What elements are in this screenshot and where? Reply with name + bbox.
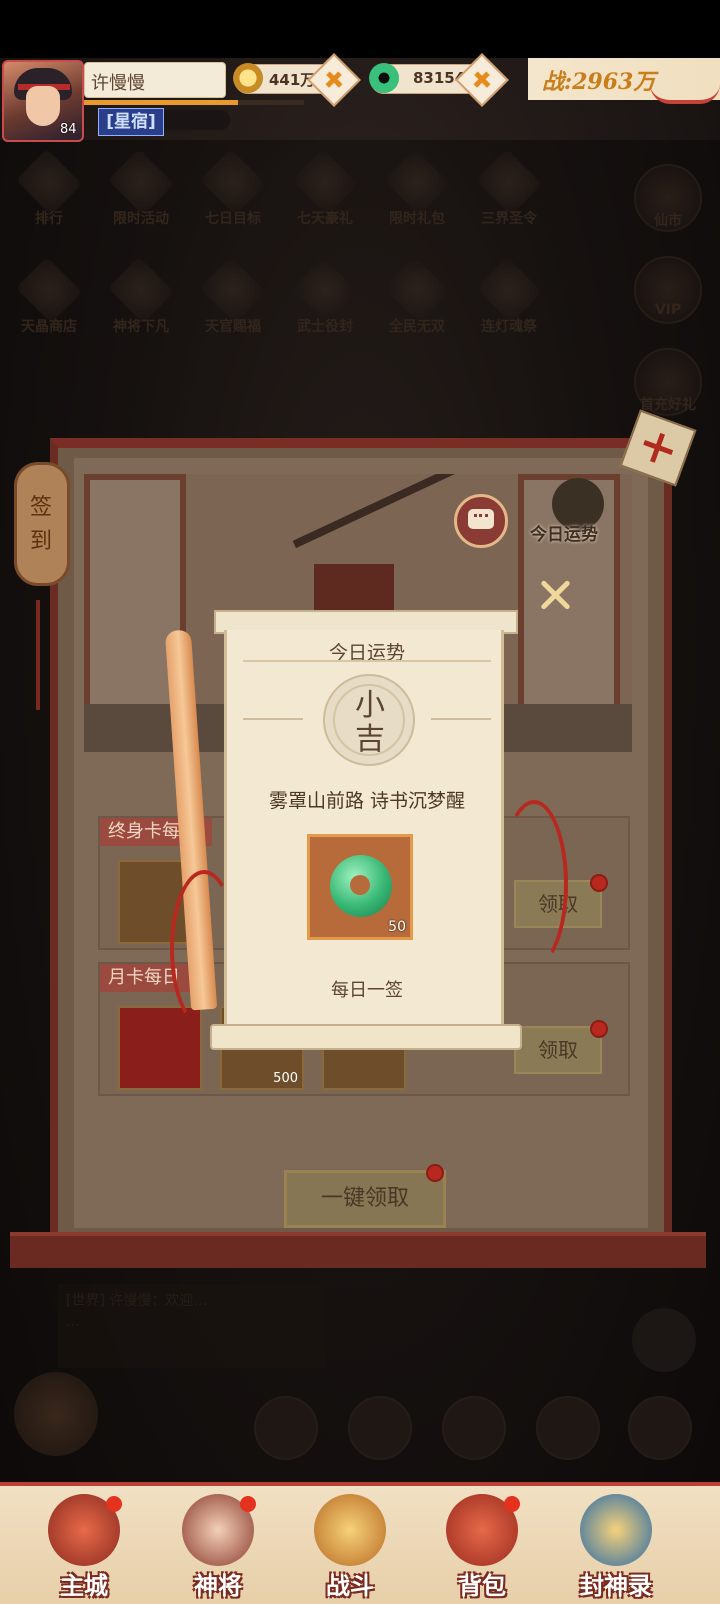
- chat-bubble-icon[interactable]: [454, 494, 508, 548]
- game-screen: 排行 限时活动 七日目标 七天豪礼 限时礼包 三界圣令 天晶商店 神将下凡 天官…: [0, 0, 720, 1604]
- fortune-scroll: 今日运势 小 吉 雾罩山前路 诗书沉梦醒 50 每日一签: [210, 610, 522, 1050]
- one-key-claim-button[interactable]: 一键领取: [284, 1170, 446, 1228]
- monthly-claim-button[interactable]: 领取: [514, 1026, 602, 1074]
- player-name: 许慢慢: [91, 73, 145, 94]
- nav-label: 神将: [194, 1571, 242, 1600]
- notification-dot: [240, 1496, 256, 1512]
- add-jade-button[interactable]: [455, 53, 509, 107]
- reward-count: 500: [273, 1071, 298, 1086]
- crossed-swords-icon: [314, 1494, 386, 1566]
- tassel-decoration: [36, 600, 40, 710]
- nav-deity-record[interactable]: 封神录: [566, 1494, 666, 1600]
- player-level: 84: [60, 122, 77, 137]
- rank-badge: [星宿]: [98, 108, 164, 136]
- deity-scroll-icon: [580, 1494, 652, 1566]
- notification-dot: [590, 1020, 608, 1038]
- close-icon[interactable]: [536, 576, 574, 614]
- notification-dot: [504, 1496, 520, 1512]
- nav-bag[interactable]: 背包: [432, 1494, 532, 1600]
- combat-power-value: 战:2963万: [542, 69, 656, 95]
- fortune-result-char: 吉: [355, 722, 385, 757]
- signin-tab[interactable]: 签到: [14, 462, 70, 586]
- jade-counter: 83154: [369, 53, 509, 107]
- nav-label: 主城: [60, 1571, 108, 1600]
- top-bar: 84 许慢慢 [星宿] 441万 83154 战:2963万: [0, 53, 720, 142]
- signin-tab-label: 签到: [30, 495, 53, 554]
- bottom-nav: 主城 神将 战斗 背包 封神录: [0, 1482, 720, 1604]
- fortune-footer: 每日一签: [331, 980, 403, 1001]
- reward-count: 50: [388, 919, 406, 935]
- gold-coin-icon: [233, 63, 263, 93]
- xp-bar: [84, 100, 304, 105]
- nav-main-city[interactable]: 主城: [34, 1494, 134, 1600]
- nav-heroes[interactable]: 神将: [168, 1494, 268, 1600]
- nav-label: 封神录: [580, 1571, 652, 1600]
- player-avatar[interactable]: 84: [2, 60, 84, 142]
- fortune-reward-item[interactable]: 50: [307, 834, 413, 940]
- gold-counter: 441万: [233, 53, 361, 107]
- notification-dot: [106, 1496, 122, 1512]
- add-gold-button[interactable]: [307, 53, 361, 107]
- fortune-result-seal: 小 吉: [323, 674, 415, 766]
- nav-label: 战斗: [326, 1571, 374, 1600]
- jade-icon: [330, 855, 392, 917]
- nav-label: 背包: [458, 1571, 506, 1600]
- combat-power: 战:2963万: [528, 58, 720, 104]
- fortune-label[interactable]: 今日运势: [530, 520, 598, 545]
- rank-ink: [160, 110, 230, 130]
- notification-dot: [426, 1164, 444, 1182]
- fortune-poem: 雾罩山前路 诗书沉梦醒: [268, 790, 466, 812]
- player-name-box: 许慢慢: [84, 62, 226, 98]
- jade-icon: [369, 63, 399, 93]
- nav-battle[interactable]: 战斗: [300, 1494, 400, 1600]
- notification-dot: [590, 874, 608, 892]
